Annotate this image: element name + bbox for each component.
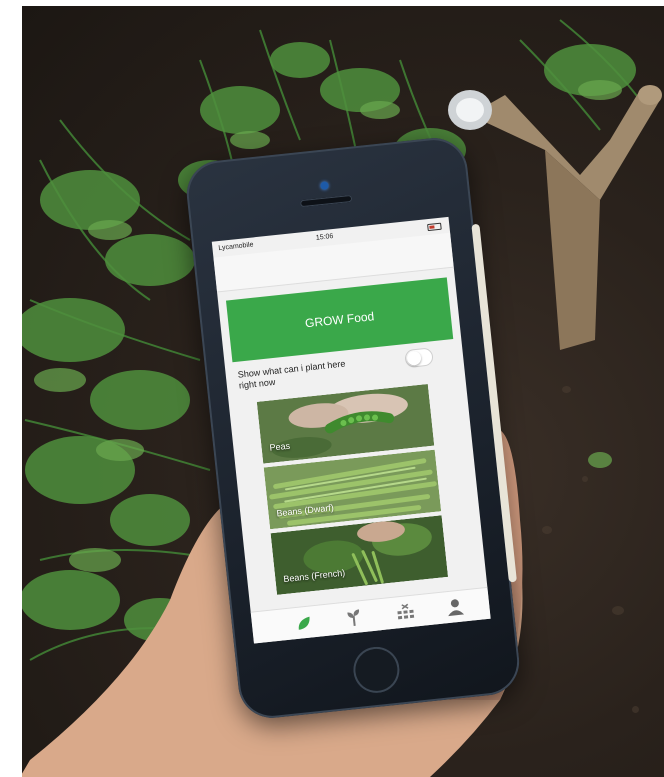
camera-icon: [320, 181, 329, 191]
toggle-knob: [406, 350, 422, 366]
toggle-label: Show what can i plant here right now: [237, 358, 346, 391]
image-border-left: [0, 0, 22, 777]
user-icon[interactable]: [442, 594, 468, 620]
battery-icon: [427, 222, 442, 232]
app-screen: Lycamobile 15:06 GROW Food Show what can…: [211, 216, 491, 644]
leaf-icon[interactable]: [291, 610, 317, 636]
home-button[interactable]: [351, 644, 402, 696]
tab-bar: [250, 586, 491, 644]
carrier-label: Lycamobile: [218, 241, 254, 253]
seedling-icon[interactable]: [341, 605, 367, 631]
garden-beds-icon[interactable]: [392, 599, 418, 625]
smartphone: Lycamobile 15:06 GROW Food Show what can…: [183, 134, 523, 722]
plant-now-toggle[interactable]: [404, 347, 434, 369]
crop-label: Peas: [269, 440, 291, 453]
beans-plant-photo: [270, 515, 449, 595]
crop-card-beans-french[interactable]: Beans (French): [270, 515, 449, 595]
speaker-grille: [299, 194, 353, 208]
image-border-top: [0, 0, 664, 6]
photo-scene: Lycamobile 15:06 GROW Food Show what can…: [0, 0, 664, 777]
status-time: 15:06: [315, 233, 334, 242]
